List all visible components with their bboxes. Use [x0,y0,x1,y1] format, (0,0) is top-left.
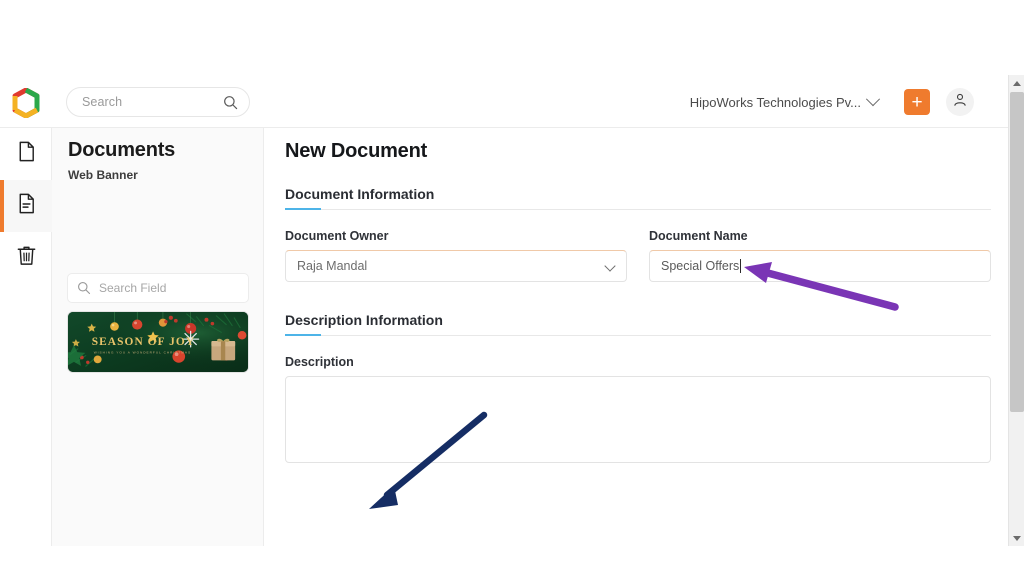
scroll-down-button[interactable] [1009,530,1024,546]
organization-name: HipoWorks Technologies Pv... [689,94,861,110]
user-account-button[interactable] [946,88,974,116]
chevron-down-icon [865,92,881,107]
document-owner-value: Raja Mandal [297,259,368,273]
add-new-button[interactable]: + [904,89,930,115]
document-name-value: Special Offers [661,259,740,273]
icon-rail [0,128,52,546]
chevron-down-icon [604,260,616,272]
field-label: Description [285,355,354,369]
triangle-down-icon [1013,535,1021,541]
main-content: New Document Document Information Docume… [264,128,1008,546]
document-blank-icon [15,140,38,168]
field-document-name: Document Name Special Offers [649,229,991,282]
documents-panel: Documents Web Banner Search Field SEASON… [52,128,264,546]
section-heading: Document Information [285,186,991,210]
section-description-information: Description Information Description [285,312,991,463]
top-bar: Search HipoWorks Technologies Pv... + [0,75,1008,128]
section-document-information: Document Information Document Owner Raja… [285,186,991,282]
web-banner-thumbnail[interactable]: SEASON OF JOY WISHING YOU A WONDERFUL CH… [67,311,249,373]
sidebar-item-my-documents[interactable] [0,180,52,232]
panel-subtitle: Web Banner [68,168,138,182]
user-avatar-icon [952,92,968,113]
organization-selector[interactable]: HipoWorks Technologies Pv... [689,91,881,113]
field-label: Document Name [649,229,748,243]
document-owner-select[interactable]: Raja Mandal [285,250,627,282]
hipoworks-hexagon-logo-icon[interactable] [11,87,41,119]
search-icon [77,281,91,295]
panel-title: Documents [68,139,176,161]
sidebar-item-trash[interactable] [0,232,52,284]
document-name-input[interactable]: Special Offers [649,250,991,282]
panel-search-placeholder: Search Field [99,281,167,295]
global-search-input[interactable]: Search [66,87,250,117]
global-search-placeholder: Search [82,95,123,109]
svg-text:SEASON OF JOY: SEASON OF JOY [92,336,195,348]
application-window: Search HipoWorks Technologies Pv... + Do… [0,75,1024,546]
search-icon[interactable] [223,95,238,110]
field-description: Description [285,355,991,463]
scroll-up-button[interactable] [1009,75,1024,91]
svg-text:WISHING YOU A WONDERFUL CHRIST: WISHING YOU A WONDERFUL CHRISTMAS [94,351,191,355]
plus-icon: + [911,91,923,113]
section-heading: Description Information [285,312,991,336]
sidebar-item-documents[interactable] [0,128,52,180]
page-title: New Document [285,140,428,162]
description-textarea[interactable] [285,376,991,463]
vertical-scrollbar[interactable] [1008,75,1024,546]
triangle-up-icon [1013,80,1021,86]
panel-search-input[interactable]: Search Field [67,273,249,303]
scrollbar-thumb[interactable] [1010,92,1024,412]
trash-icon [15,244,38,272]
field-label: Document Owner [285,229,389,243]
text-cursor [740,259,742,273]
document-lines-icon [15,192,38,220]
field-document-owner: Document Owner Raja Mandal [285,229,627,282]
